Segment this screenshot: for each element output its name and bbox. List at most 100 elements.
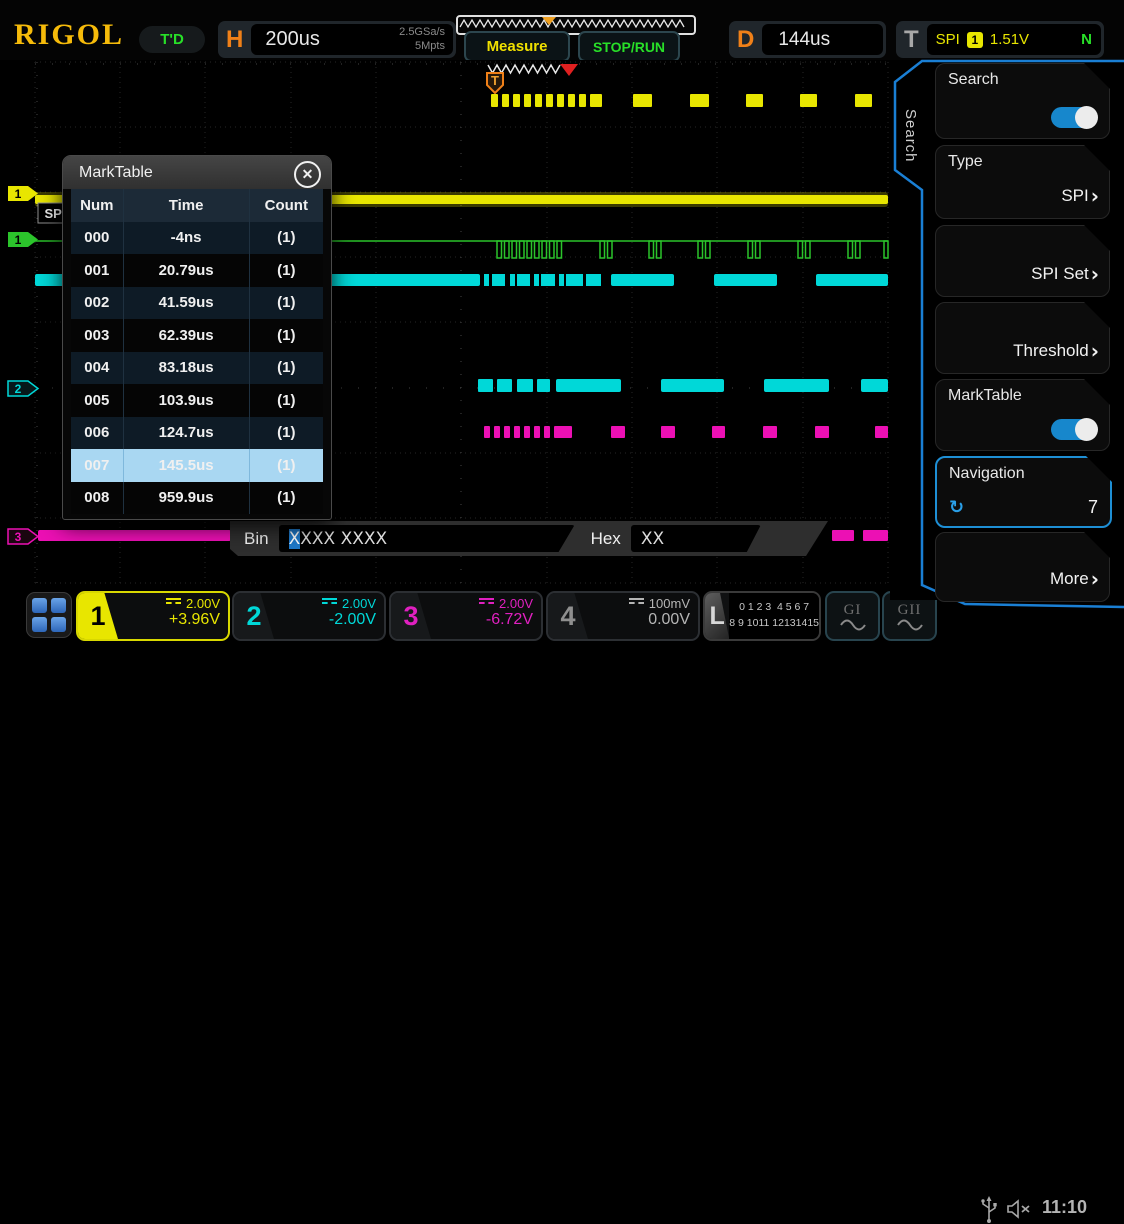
top-status-bar: RIGOL T'D H 200us 2.5GSa/s 5Mpts Measure…: [0, 0, 1124, 60]
channel-number: 2: [234, 593, 274, 639]
dc-coupling-icon: [322, 598, 337, 608]
menu-grid-icon: [51, 617, 66, 632]
menu-grid-icon: [32, 598, 47, 613]
table-row[interactable]: 005103.9us(1): [71, 384, 323, 417]
trigger-label: T: [896, 21, 927, 58]
stop-run-button[interactable]: STOP/RUN: [578, 31, 680, 62]
menu-button[interactable]: [26, 592, 72, 638]
horizontal-label: H: [218, 21, 251, 58]
channel-offset: +3.96V: [166, 611, 220, 629]
speaker-mute-icon: [1006, 1199, 1032, 1219]
search-toggle[interactable]: [1051, 107, 1097, 128]
menu-item-threshold[interactable]: Threshold›: [935, 302, 1110, 374]
menu-item-label: MarkTable: [948, 387, 1022, 405]
table-row[interactable]: 006124.7us(1): [71, 417, 323, 450]
logic-analyzer-button[interactable]: L 0 1 2 3 4 5 6 7 8 9 1011 12131415: [703, 591, 821, 641]
menu-item-spi-set[interactable]: SPI Set›: [935, 225, 1110, 297]
trigger-source-badge: 1: [967, 32, 983, 48]
trigger-sweep-mode: N: [1081, 31, 1092, 48]
timebase-value: 200us: [251, 28, 320, 51]
trigger-block[interactable]: T SPI 1 1.51V N: [896, 21, 1104, 58]
trigger-level: 1.51V: [990, 31, 1029, 48]
hex-value: XX: [641, 529, 664, 549]
ch2-marker[interactable]: 2: [8, 381, 38, 396]
ch1-burst-trace: [491, 94, 872, 107]
channel-1-button[interactable]: 1 2.00V +3.96V: [76, 591, 230, 641]
bin-value: XXX XXXX: [300, 529, 387, 549]
trigger-status-badge: T'D: [139, 26, 205, 53]
svg-text:3: 3: [15, 530, 22, 544]
channel-scale: 2.00V: [186, 596, 220, 611]
delay-value: 144us: [762, 29, 830, 51]
sidebar-tab-search[interactable]: Search: [897, 84, 919, 188]
channel-number: 1: [78, 593, 118, 639]
menu-item-more[interactable]: More›: [935, 532, 1110, 602]
channel-2-button[interactable]: 2 2.00V -2.00V: [232, 591, 386, 641]
channel-scale: 100mV: [649, 596, 690, 611]
dc-coupling-icon: [166, 598, 181, 608]
bus1-marker[interactable]: 1: [8, 232, 38, 247]
generator-1-button[interactable]: GI: [825, 591, 880, 641]
navigation-history-icon: ↻: [949, 497, 964, 518]
ch1-marker[interactable]: 1: [8, 186, 38, 201]
menu-item-marktable[interactable]: MarkTable: [935, 379, 1110, 451]
sample-rate: 2.5GSa/s: [399, 25, 445, 39]
chevron-right-icon: ›: [1091, 189, 1099, 203]
menu-grid-icon: [51, 598, 66, 613]
svg-text:T: T: [491, 73, 499, 88]
trigger-position-marker[interactable]: T: [487, 73, 503, 93]
table-row[interactable]: 00483.18us(1): [71, 352, 323, 385]
memory-depth: 5Mpts: [399, 39, 445, 53]
menu-item-navigation[interactable]: Navigation ↻ 7: [935, 456, 1112, 528]
table-row-selected[interactable]: 007145.5us(1): [71, 449, 323, 482]
channel-scale: 2.00V: [499, 596, 533, 611]
spi-set-label: SPI Set›: [1031, 264, 1099, 284]
svg-text:1: 1: [15, 233, 22, 247]
ch2-trace-lower: [478, 379, 888, 392]
delay-label: D: [729, 21, 762, 58]
measure-button[interactable]: Measure: [464, 31, 570, 62]
rigol-logo: RIGOL: [14, 18, 124, 52]
acquisition-info: 2.5GSa/s 5Mpts: [399, 25, 445, 54]
marktable-titlebar[interactable]: MarkTable ✕: [63, 156, 331, 189]
current-mark-cursor: [560, 64, 578, 76]
channel-offset: 0.00V: [629, 611, 690, 629]
dc-coupling-icon: [629, 598, 644, 608]
delay-block[interactable]: D 144us: [729, 21, 886, 58]
svg-text:2: 2: [15, 382, 22, 396]
bin-cursor: X: [289, 529, 301, 549]
chevron-right-icon: ›: [1091, 572, 1099, 586]
ch3-marker[interactable]: 3: [8, 529, 38, 544]
bin-label: Bin: [244, 529, 269, 549]
table-header-row: Num Time Count: [71, 189, 323, 222]
marktable-toggle[interactable]: [1051, 419, 1097, 440]
table-row[interactable]: 00241.59us(1): [71, 287, 323, 320]
menu-item-type[interactable]: Type SPI›: [935, 145, 1110, 219]
channel-3-button[interactable]: 3 2.00V -6.72V: [389, 591, 543, 641]
decode-format-bar: Bin XXXX XXXX Hex XX: [230, 521, 828, 556]
menu-item-search[interactable]: Search: [935, 63, 1110, 139]
channel-offset: -6.72V: [479, 611, 533, 629]
table-row[interactable]: 00120.79us(1): [71, 254, 323, 287]
table-row[interactable]: 000-4ns(1): [71, 222, 323, 255]
marktable-title: MarkTable: [63, 164, 153, 182]
more-label: More›: [1050, 569, 1099, 589]
channel-offset: -2.00V: [322, 611, 376, 629]
channel-4-button[interactable]: 4 100mV 0.00V: [546, 591, 700, 641]
table-row[interactable]: 00362.39us(1): [71, 319, 323, 352]
ch3-trace-upper: [484, 426, 888, 438]
close-icon[interactable]: ✕: [294, 161, 321, 188]
channel-number: 4: [548, 593, 588, 639]
table-row[interactable]: 008959.9us(1): [71, 482, 323, 515]
type-value: SPI›: [1061, 186, 1099, 206]
navigation-count: 7: [1088, 497, 1098, 518]
dc-coupling-icon: [479, 598, 494, 608]
bin-value-field[interactable]: XXXX XXXX: [279, 525, 575, 552]
sine-wave-icon: [897, 619, 923, 631]
trigger-type: SPI: [936, 31, 960, 48]
marktable-table: Num Time Count 000-4ns(1) 00120.79us(1) …: [71, 189, 323, 514]
horizontal-timebase-block[interactable]: H 200us 2.5GSa/s 5Mpts: [218, 21, 456, 58]
chevron-right-icon: ›: [1091, 267, 1099, 281]
threshold-label: Threshold›: [1013, 341, 1099, 361]
hex-value-field[interactable]: XX: [631, 525, 761, 552]
